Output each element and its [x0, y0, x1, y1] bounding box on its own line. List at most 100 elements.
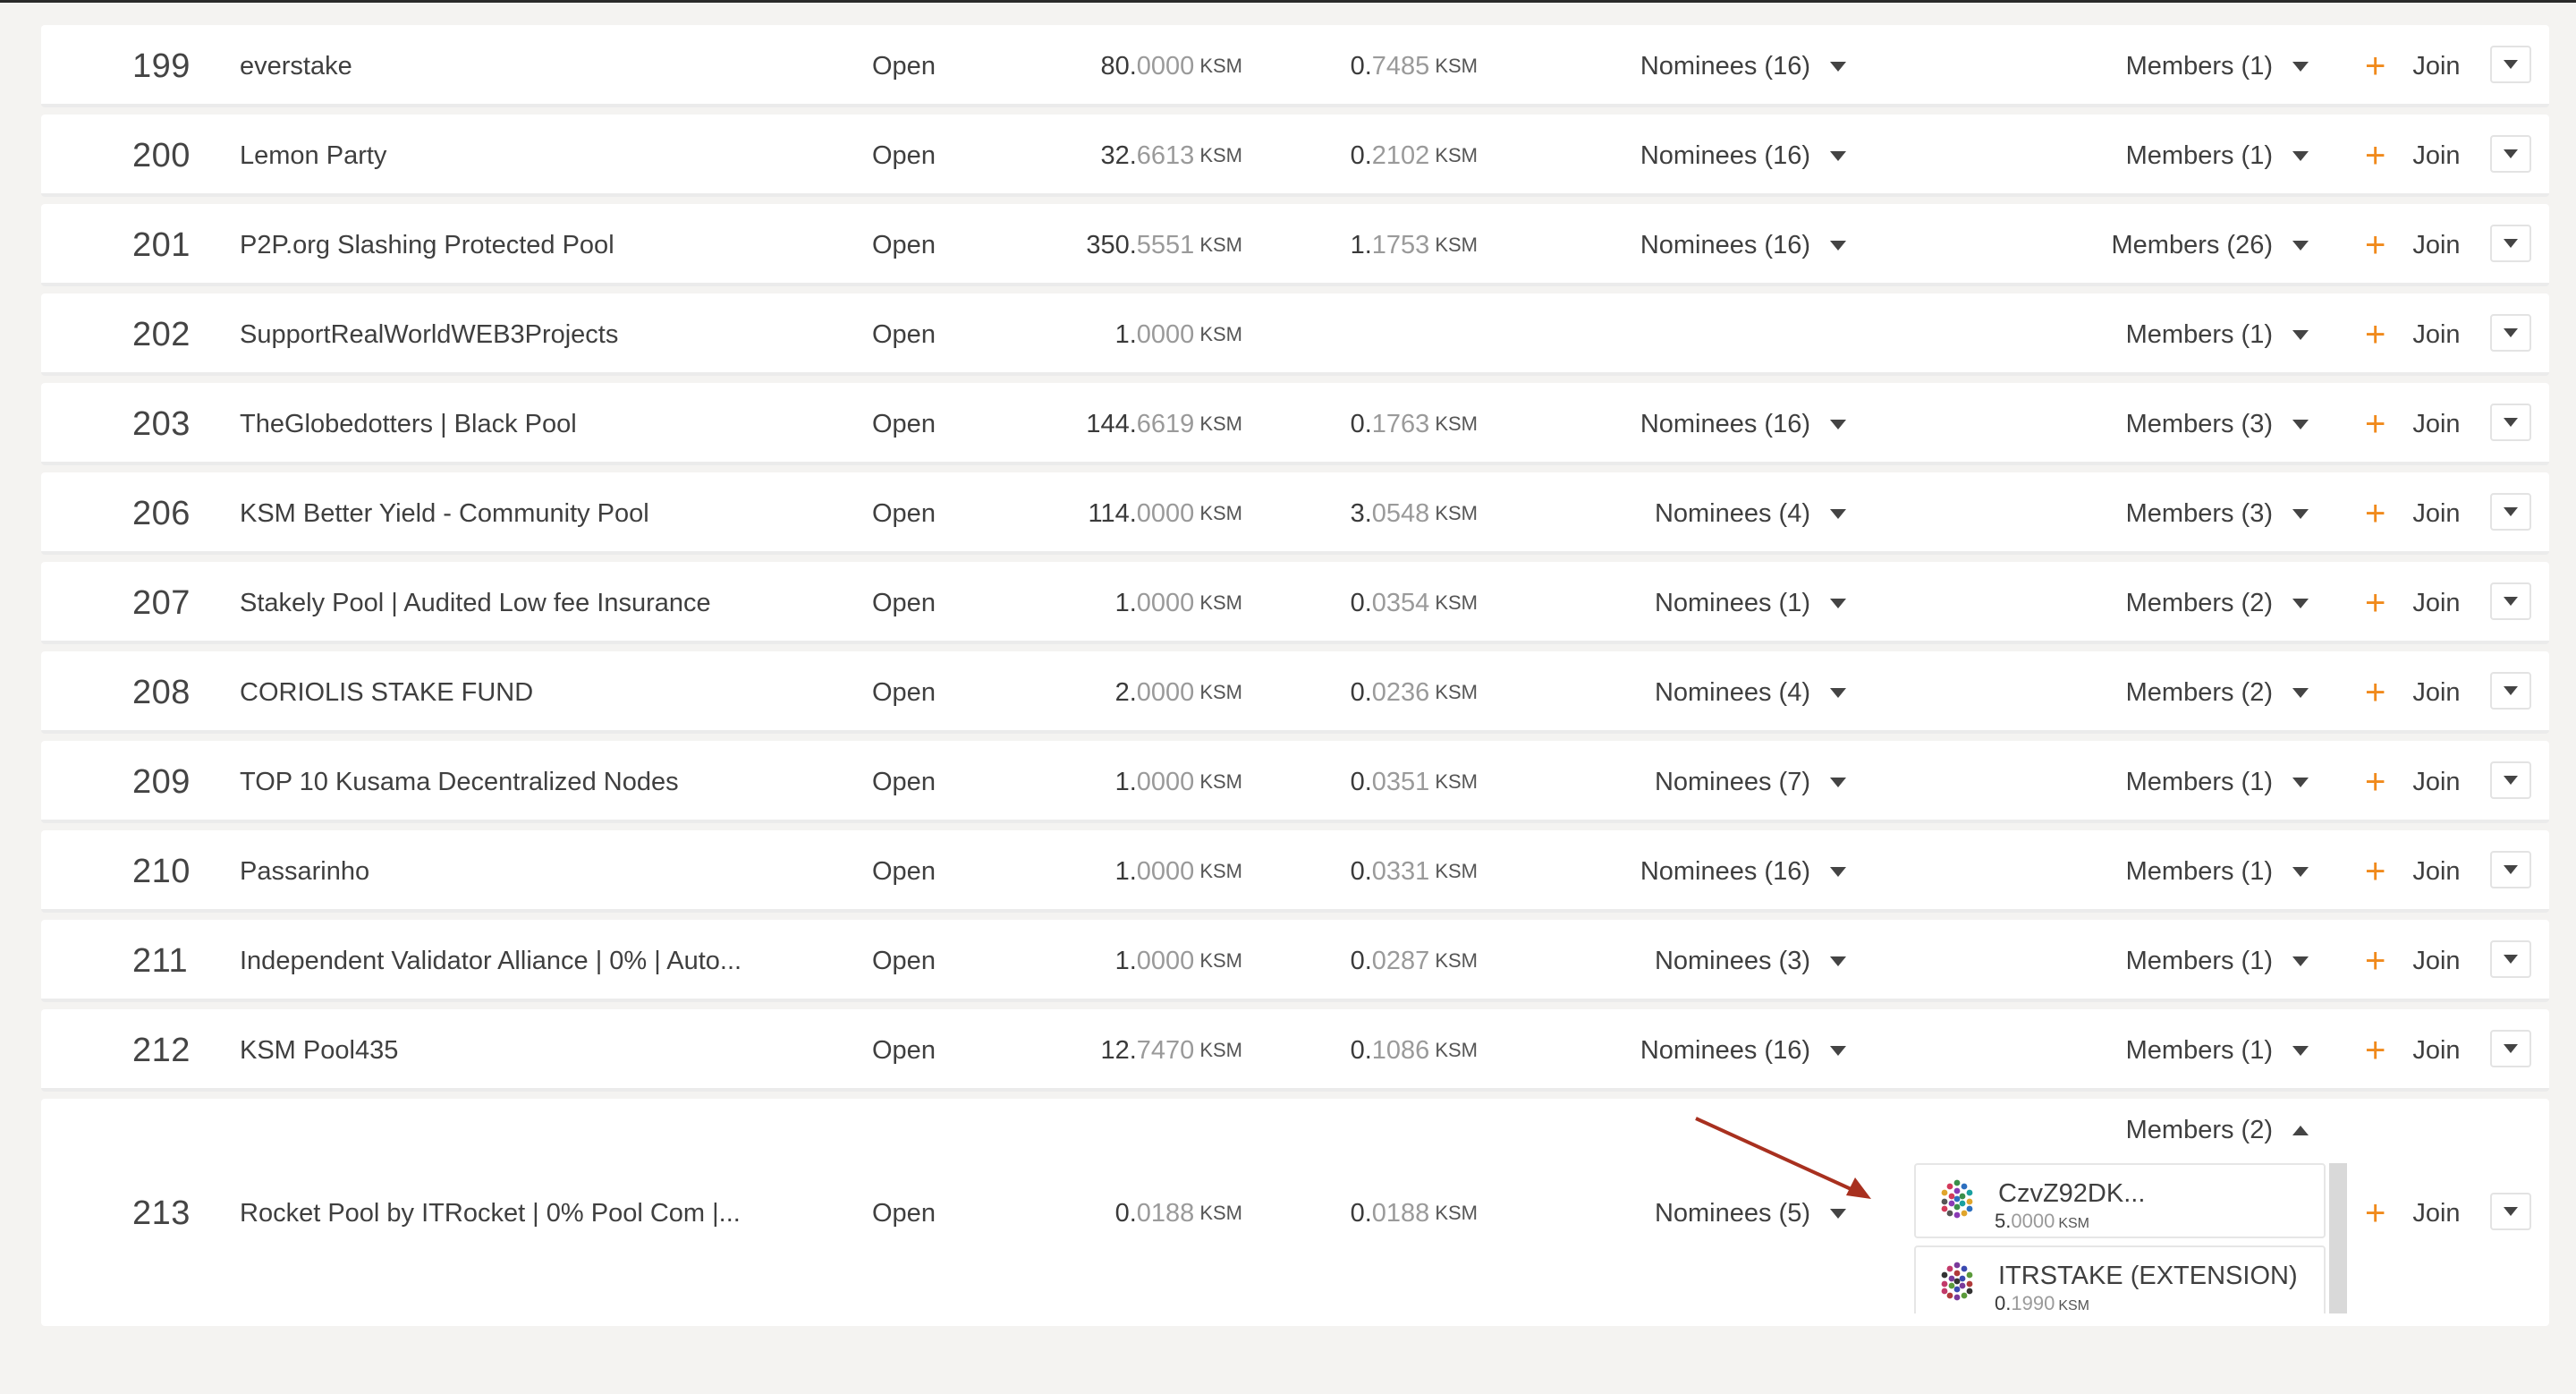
pool-bonded: 1. 0000 KSM	[1115, 293, 1242, 376]
nominees-dropdown[interactable]: Nominees (4)	[1655, 651, 1846, 734]
member-item[interactable]: CzvZ92DK... 5.0000 KSM	[1914, 1163, 2326, 1238]
row-menu-button[interactable]	[2490, 672, 2531, 710]
pool-reward-int: 0.	[1350, 588, 1372, 617]
pool-bonded-int: 0.	[1114, 1198, 1137, 1228]
members-dropdown[interactable]: Members (2)	[2126, 651, 2309, 734]
caret-down-icon	[1830, 687, 1846, 698]
join-button[interactable]: + Join	[2365, 204, 2461, 286]
plus-icon: +	[2365, 583, 2386, 623]
pool-reward-int: 0.	[1350, 946, 1372, 975]
unit-label: KSM	[1199, 144, 1242, 166]
pool-reward: 0. 0331 KSM	[1351, 830, 1478, 913]
members-dropdown[interactable]: Members (2)	[2126, 1099, 2309, 1161]
row-menu-button[interactable]	[2490, 314, 2531, 352]
members-dropdown[interactable]: Members (1)	[2126, 1009, 2309, 1092]
plus-icon: +	[2365, 852, 2386, 891]
unit-label: KSM	[1435, 860, 1478, 882]
pool-row: 212 KSM Pool435 Open 12. 7470 KSM 0. 1086 KSM Nom…	[41, 1009, 2549, 1092]
nominees-dropdown[interactable]: Nominees (16)	[1640, 204, 1846, 286]
plus-icon: +	[2365, 941, 2386, 981]
nominees-dropdown[interactable]: Nominees (5)	[1655, 1172, 1846, 1254]
pool-reward-frac: 2102	[1371, 140, 1430, 170]
members-label: Members (3)	[2125, 409, 2273, 438]
members-dropdown[interactable]: Members (1)	[2126, 830, 2309, 913]
nominees-dropdown[interactable]: Nominees (16)	[1640, 115, 1846, 197]
caret-down-icon	[1830, 508, 1846, 519]
row-menu-button[interactable]	[2490, 135, 2531, 173]
nominees-dropdown[interactable]: Nominees (16)	[1640, 1009, 1846, 1092]
caret-down-icon	[2292, 150, 2309, 161]
row-menu-button[interactable]	[2490, 225, 2531, 262]
join-button[interactable]: + Join	[2365, 383, 2461, 465]
caret-down-icon	[2292, 329, 2309, 340]
join-button[interactable]: + Join	[2365, 651, 2461, 734]
members-scrollbar[interactable]	[2329, 1163, 2347, 1313]
pool-bonded: 1. 0000 KSM	[1115, 741, 1242, 823]
unit-label: KSM	[1435, 234, 1478, 256]
pool-bonded: 144. 6619 KSM	[1086, 383, 1242, 465]
nominees-dropdown[interactable]: Nominees (16)	[1640, 830, 1846, 913]
row-menu-button[interactable]	[2490, 851, 2531, 888]
nominees-dropdown[interactable]: Nominees (1)	[1655, 562, 1846, 644]
pool-reward: 0. 7485 KSM	[1351, 25, 1478, 107]
pool-id: 200	[132, 136, 191, 174]
member-balance-int: 0.	[1995, 1292, 2012, 1313]
join-button[interactable]: + Join	[2365, 25, 2461, 107]
caret-down-icon	[2292, 419, 2309, 429]
chevron-down-icon	[2504, 418, 2518, 427]
join-button[interactable]: + Join	[2365, 472, 2461, 555]
members-dropdown[interactable]: Members (1)	[2126, 920, 2309, 1002]
pool-bonded: 114. 0000 KSM	[1089, 472, 1243, 555]
join-label: Join	[2412, 856, 2461, 886]
nominees-dropdown[interactable]: Nominees (16)	[1640, 25, 1846, 107]
members-dropdown[interactable]: Members (1)	[2126, 293, 2309, 376]
pool-bonded-frac: 6613	[1136, 140, 1195, 170]
members-dropdown[interactable]: Members (26)	[2112, 204, 2309, 286]
caret-down-icon	[2292, 777, 2309, 787]
row-menu-button[interactable]	[2490, 1193, 2531, 1230]
nominees-dropdown[interactable]: Nominees (7)	[1655, 741, 1846, 823]
row-menu-button[interactable]	[2490, 761, 2531, 799]
top-border	[0, 0, 2576, 3]
join-button[interactable]: + Join	[2365, 741, 2461, 823]
pool-reward: 0. 0188 KSM	[1351, 1172, 1478, 1254]
chevron-down-icon	[2504, 865, 2518, 874]
chevron-down-icon	[2504, 60, 2518, 69]
unit-label: KSM	[1199, 412, 1242, 435]
pool-reward: 1. 1753 KSM	[1351, 204, 1478, 286]
join-button[interactable]: + Join	[2365, 562, 2461, 644]
join-button[interactable]: + Join	[2365, 115, 2461, 197]
pool-reward-int: 3.	[1350, 498, 1372, 528]
pool-id: 202	[132, 315, 191, 353]
pool-id: 209	[132, 762, 191, 801]
join-button[interactable]: + Join	[2365, 1009, 2461, 1092]
pool-bonded: 350. 5551 KSM	[1086, 204, 1242, 286]
pool-reward-frac: 0354	[1371, 588, 1430, 617]
pool-reward-frac: 0548	[1371, 498, 1430, 528]
row-menu-button[interactable]	[2490, 582, 2531, 620]
nominees-dropdown[interactable]: Nominees (4)	[1655, 472, 1846, 555]
row-menu-button[interactable]	[2490, 404, 2531, 441]
row-menu-button[interactable]	[2490, 940, 2531, 978]
members-dropdown[interactable]: Members (3)	[2126, 472, 2309, 555]
join-button[interactable]: + Join	[2365, 1172, 2461, 1254]
members-dropdown[interactable]: Members (3)	[2126, 383, 2309, 465]
plus-icon: +	[2365, 225, 2386, 265]
pool-row: 203 TheGlobedotters | Black Pool Open 144. 6…	[41, 383, 2549, 465]
members-dropdown[interactable]: Members (2)	[2126, 562, 2309, 644]
unit-label: KSM	[1199, 1202, 1242, 1224]
nominees-label: Nominees (4)	[1654, 677, 1810, 707]
pool-reward-int: 0.	[1350, 51, 1372, 81]
member-item[interactable]: ITRSTAKE (EXTENSION) 0.1990 KSM	[1914, 1245, 2326, 1313]
row-menu-button[interactable]	[2490, 46, 2531, 83]
members-dropdown[interactable]: Members (1)	[2126, 741, 2309, 823]
nominees-dropdown[interactable]: Nominees (16)	[1640, 383, 1846, 465]
join-button[interactable]: + Join	[2365, 830, 2461, 913]
row-menu-button[interactable]	[2490, 493, 2531, 531]
members-dropdown[interactable]: Members (1)	[2126, 115, 2309, 197]
row-menu-button[interactable]	[2490, 1030, 2531, 1067]
join-button[interactable]: + Join	[2365, 293, 2461, 376]
nominees-dropdown[interactable]: Nominees (3)	[1655, 920, 1846, 1002]
join-button[interactable]: + Join	[2365, 920, 2461, 1002]
members-dropdown[interactable]: Members (1)	[2126, 25, 2309, 107]
